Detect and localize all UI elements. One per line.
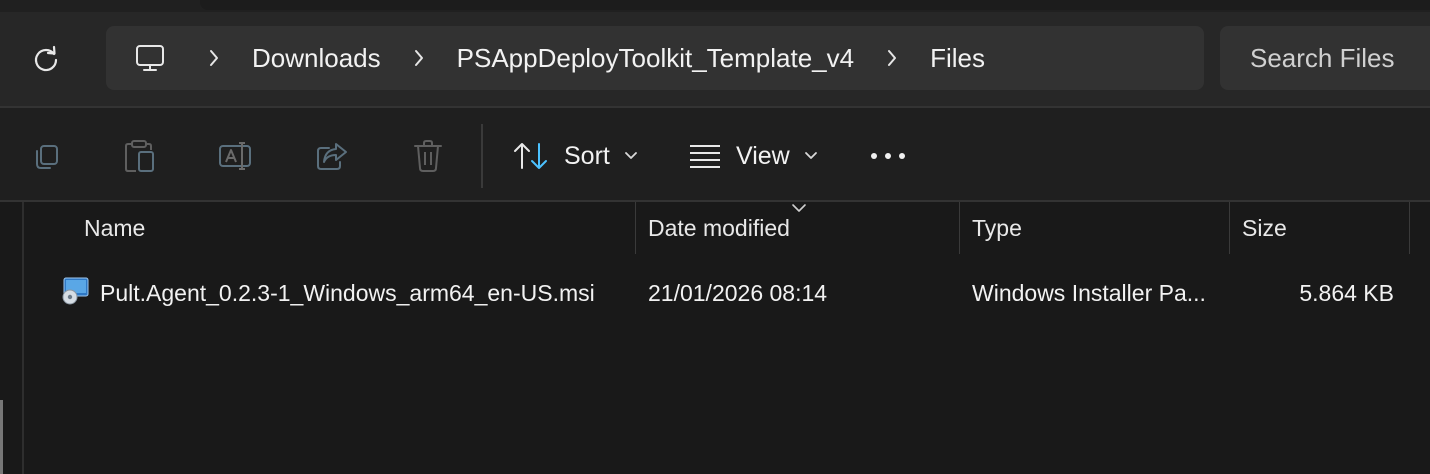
column-divider[interactable] [635, 202, 636, 254]
share-icon [317, 143, 347, 170]
column-header-size[interactable]: Size [1242, 202, 1287, 254]
sort-icon [514, 143, 547, 169]
copy-button[interactable] [24, 134, 68, 178]
delete-button[interactable] [406, 134, 450, 178]
delete-icon [414, 140, 442, 172]
navigation-pane[interactable] [0, 202, 24, 474]
rename-button[interactable] [214, 134, 258, 178]
paste-button[interactable] [118, 134, 162, 178]
computer-icon [136, 45, 164, 71]
sort-descending-icon [792, 204, 806, 212]
column-headers: Name Date modified Type Size [24, 202, 1430, 258]
chevron-right-icon[interactable] [194, 48, 234, 68]
tab-strip [0, 0, 1430, 12]
tab-strip-edge [200, 0, 1430, 10]
column-header-type[interactable]: Type [972, 202, 1022, 254]
column-divider[interactable] [1409, 202, 1410, 254]
chevron-right-icon[interactable] [872, 48, 912, 68]
command-bar: Sort View [0, 108, 1430, 200]
file-name[interactable]: Pult.Agent_0.2.3-1_Windows_arm64_en-US.m… [100, 264, 595, 322]
see-more-button[interactable] [868, 130, 908, 182]
refresh-button[interactable] [22, 38, 70, 80]
view-label: View [736, 141, 790, 170]
column-header-date-modified[interactable]: Date modified [648, 202, 790, 254]
breadcrumb-item-template[interactable]: PSAppDeployToolkit_Template_v4 [439, 43, 872, 74]
column-divider[interactable] [1229, 202, 1230, 254]
search-input[interactable]: Search Files [1220, 26, 1430, 90]
sort-button[interactable]: Sort [512, 130, 638, 182]
more-icon [871, 153, 905, 159]
rename-icon [219, 142, 251, 170]
file-size: 5.864 KB [1299, 279, 1394, 306]
breadcrumb-this-pc[interactable] [106, 26, 194, 90]
file-row[interactable]: Pult.Agent_0.2.3-1_Windows_arm64_en-US.m… [24, 264, 1430, 322]
msi-installer-icon [62, 277, 89, 305]
address-bar-row: Downloads PSAppDeployToolkit_Template_v4… [0, 12, 1430, 106]
chevron-right-icon[interactable] [399, 48, 439, 68]
share-button[interactable] [310, 134, 354, 178]
paste-icon [125, 140, 154, 172]
breadcrumb[interactable]: Downloads PSAppDeployToolkit_Template_v4… [106, 26, 1204, 90]
file-date-modified: 21/01/2026 08:14 [648, 279, 828, 306]
file-explorer-window: Downloads PSAppDeployToolkit_Template_v4… [0, 0, 1430, 474]
view-list-icon [690, 145, 720, 168]
column-divider[interactable] [959, 202, 960, 254]
navigation-pane-scrollbar[interactable] [0, 400, 3, 474]
refresh-icon [34, 45, 58, 72]
column-header-name[interactable]: Name [84, 202, 145, 254]
chevron-down-icon [804, 151, 818, 161]
view-button[interactable]: View [688, 130, 818, 182]
copy-icon [36, 145, 58, 169]
breadcrumb-item-downloads[interactable]: Downloads [234, 43, 399, 74]
breadcrumb-item-files[interactable]: Files [912, 43, 1003, 74]
chevron-down-icon [624, 151, 638, 161]
file-type: Windows Installer Pa... [972, 279, 1206, 306]
sort-label: Sort [564, 141, 610, 170]
command-bar-separator [481, 124, 483, 188]
